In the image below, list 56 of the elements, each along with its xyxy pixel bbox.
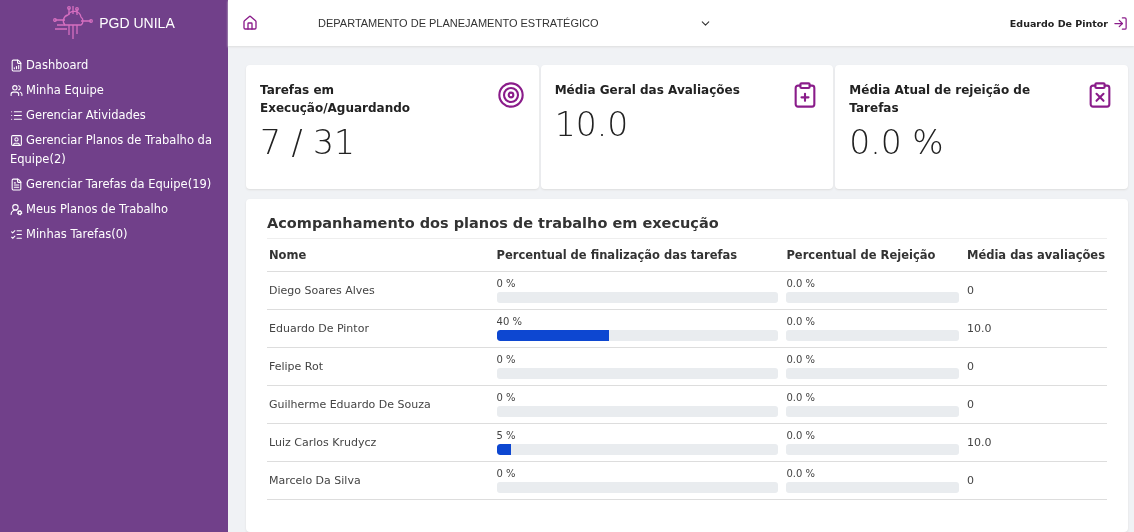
user-square-icon (10, 134, 23, 147)
completion-percent: 0 % (496, 468, 517, 479)
users-icon (10, 84, 23, 97)
name-cell: Diego Soares Alves (267, 271, 495, 310)
chart-file-icon (10, 59, 23, 72)
column-header: Nome (267, 239, 495, 272)
column-header: Média das avaliações (964, 239, 1107, 272)
logout-icon[interactable] (1113, 15, 1128, 31)
card-title: Média Atual de rejeição de Tarefas (849, 82, 1032, 117)
list-icon (10, 109, 23, 122)
card-title: Média Geral das Avaliações (554, 82, 741, 99)
name-cell: Eduardo De Pintor (267, 309, 495, 348)
card-value: 0.0 % (849, 123, 945, 162)
average-cell: 10.0 (964, 423, 1107, 462)
sidebar-item[interactable]: Minha Equipe (10, 81, 222, 100)
rejection-percent: 0.0 % (786, 468, 817, 479)
checklist-icon (10, 228, 23, 241)
sidebar-item[interactable]: Gerenciar Atividades (10, 106, 222, 125)
user-name: Eduardo De Pintor (1009, 17, 1108, 29)
target-icon (496, 81, 525, 109)
home-icon[interactable] (242, 15, 258, 31)
completion-percent: 40 % (496, 316, 523, 327)
name-cell: Marcelo Da Silva (267, 461, 495, 500)
department-select[interactable]: DEPARTAMENTO DE PLANEJAMENTO ESTRATÉGICO (318, 16, 712, 30)
column-header: Percentual de Rejeição (784, 239, 965, 272)
completion-percent: 0 % (496, 278, 517, 289)
completion-percent: 0 % (496, 392, 517, 403)
rejection-percent: 0.0 % (786, 278, 817, 289)
card-value: 7 / 31 (260, 123, 357, 162)
rejection-percent: 0.0 % (786, 430, 817, 441)
sidebar-item[interactable]: Gerenciar Planos de Trabalho da Equipe(2) (10, 131, 222, 169)
card-value: 10.0 (554, 105, 630, 144)
card-title: Tarefas em Execução/Aguardando (260, 82, 412, 117)
rejection-percent: 0.0 % (786, 392, 817, 403)
sidebar-item[interactable]: Gerenciar Tarefas da Equipe(19) (10, 175, 222, 194)
completion-percent: 5 % (496, 430, 517, 441)
document-icon (10, 178, 23, 191)
rejection-percent: 0.0 % (786, 354, 817, 365)
sidebar-item[interactable]: Dashboard (10, 56, 222, 75)
sidebar-item[interactable]: Minhas Tarefas(0) (10, 225, 222, 244)
name-cell: Felipe Rot (267, 347, 495, 386)
circuit-cloud-logo (53, 5, 94, 41)
average-cell: 0 (964, 347, 1107, 386)
name-cell: Guilherme Eduardo De Souza (267, 385, 495, 424)
rejection-percent: 0.0 % (786, 316, 817, 327)
average-cell: 0 (964, 271, 1107, 310)
average-cell: 0 (964, 461, 1107, 500)
column-header: Percentual de finalização das tarefas (494, 239, 785, 272)
brand-name: PGD UNILA (99, 15, 175, 31)
average-cell: 10.0 (964, 309, 1107, 348)
average-cell: 0 (964, 385, 1107, 424)
sidebar-item[interactable]: Meus Planos de Trabalho (10, 200, 222, 219)
completion-percent: 0 % (496, 354, 517, 365)
name-cell: Luiz Carlos Krudycz (267, 423, 495, 462)
panel-title: Acompanhamento dos planos de trabalho em execução (267, 215, 1107, 239)
user-gear-icon (10, 203, 23, 216)
